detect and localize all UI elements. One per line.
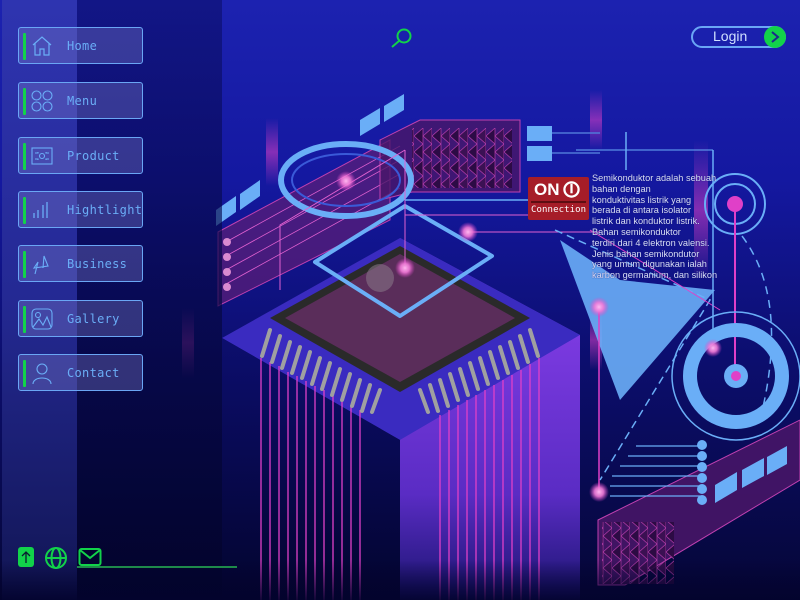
nav-item-hightlight[interactable]: Hightlight: [18, 191, 143, 228]
website-link[interactable]: [44, 546, 68, 569]
connection-label: Connection: [531, 205, 587, 215]
description-line: listrik dan konduktor listrik.: [592, 216, 700, 227]
description-line: Jenis bahan semikondutor: [592, 248, 700, 259]
login-button[interactable]: Login: [691, 26, 786, 48]
active-indicator: [23, 251, 26, 278]
active-indicator: [23, 360, 26, 387]
active-indicator: [23, 143, 26, 170]
upload-arrow-icon: [18, 547, 34, 567]
active-indicator: [23, 88, 26, 115]
zigzag-chart-icon: [32, 255, 49, 275]
nav-item-product[interactable]: Product: [18, 137, 143, 174]
description-line: yang umum digunakan ialah: [592, 259, 707, 270]
semiconductor-description: Semikonduktor adalah sebuah bahan dengan…: [592, 173, 718, 281]
product-chip-icon: [31, 147, 53, 165]
mail-icon: [78, 548, 102, 566]
nav-item-label: Gallery: [67, 312, 120, 326]
search-button[interactable]: [388, 27, 414, 49]
image-icon: [31, 308, 53, 330]
active-indicator: [23, 33, 26, 60]
active-indicator: [23, 197, 26, 224]
login-label: Login: [713, 28, 748, 44]
big-ring: [671, 311, 800, 441]
user-icon: [32, 363, 52, 385]
divider: [531, 201, 586, 203]
search-icon: [391, 28, 412, 48]
hero-background: Home Menu Product Hightlight Business Ga…: [0, 0, 800, 600]
footer-divider: [77, 566, 237, 568]
description-line: konduktivitas listrik yang: [592, 194, 692, 205]
status-on-label: ON: [534, 180, 560, 199]
nav-item-label: Business: [67, 257, 128, 271]
nav-item-gallery[interactable]: Gallery: [18, 300, 143, 337]
nav-item-label: Home: [67, 39, 98, 53]
grid-circles-icon: [31, 90, 53, 112]
description-line: bahan dengan: [592, 183, 651, 194]
nav-item-menu[interactable]: Menu: [18, 82, 143, 119]
home-icon: [32, 36, 52, 56]
description-line: Semikonduktor adalah sebuah: [592, 173, 717, 183]
nav-item-business[interactable]: Business: [18, 245, 143, 282]
nav-item-home[interactable]: Home: [18, 27, 143, 64]
description-line: Bahan semikonduktor: [592, 226, 681, 237]
description-line: berada di antara isolator: [592, 205, 692, 216]
globe-icon: [45, 547, 67, 569]
nav-item-label: Product: [67, 149, 120, 163]
nav-item-contact[interactable]: Contact: [18, 354, 143, 391]
mail-link[interactable]: [78, 546, 102, 568]
description-line: terdiri dari 4 elektron valensi.: [592, 237, 710, 248]
nav-item-label: Contact: [67, 366, 120, 380]
power-icon: [563, 181, 580, 198]
nav-item-label: Menu: [67, 94, 98, 108]
bar-signal-icon: [33, 202, 48, 218]
nav-item-label: Hightlight: [67, 203, 143, 217]
scroll-top-button[interactable]: [18, 546, 34, 568]
active-indicator: [23, 306, 26, 333]
description-line: karbon germanium, dan silikon: [592, 270, 718, 281]
connection-status-badge: ON Connection: [528, 177, 589, 220]
arrow-right-icon: [764, 26, 786, 48]
